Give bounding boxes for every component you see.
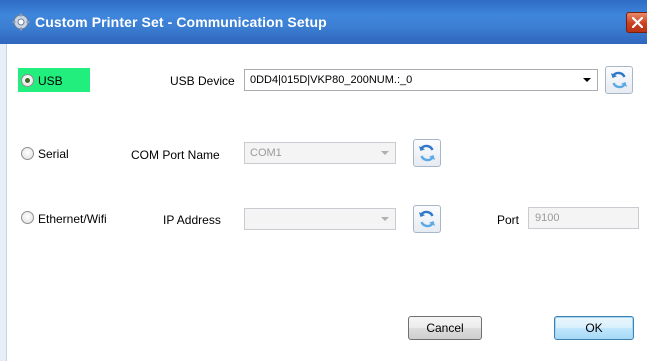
cancel-button[interactable]: Cancel [408, 316, 482, 340]
ok-button[interactable]: OK [554, 316, 634, 340]
title-bar[interactable]: Custom Printer Set - Communication Setup [0, 0, 647, 44]
refresh-icon [419, 210, 435, 228]
close-button[interactable] [626, 12, 647, 33]
port-value: 9100 [535, 212, 560, 224]
window-title: Custom Printer Set - Communication Setup [35, 14, 327, 30]
com-port-label: COM Port Name [131, 148, 220, 162]
ethernet-radio[interactable] [21, 211, 34, 224]
refresh-icon [419, 144, 435, 162]
serial-radio[interactable] [21, 147, 34, 160]
usb-refresh-button[interactable] [605, 66, 633, 94]
dialog-content: USB USB Device 0DD4|015D|VKP80_200NUM.:_… [8, 44, 647, 361]
serial-radio-label[interactable]: Serial [38, 147, 69, 161]
usb-device-value: 0DD4|015D|VKP80_200NUM.:_0 [250, 74, 413, 86]
usb-radio[interactable] [21, 74, 34, 87]
com-port-dropdown[interactable]: COM1 [244, 142, 396, 164]
close-icon [632, 17, 643, 28]
ip-address-label: IP Address [163, 213, 221, 227]
ip-address-dropdown[interactable] [244, 208, 396, 230]
serial-refresh-button[interactable] [413, 139, 441, 167]
usb-radio-label[interactable]: USB [38, 74, 63, 88]
printer-settings-icon [12, 13, 30, 31]
port-label: Port [497, 213, 520, 227]
com-port-value: COM1 [250, 147, 282, 159]
refresh-icon [611, 71, 627, 89]
usb-device-label: USB Device [170, 74, 235, 88]
port-input[interactable]: 9100 [528, 207, 639, 229]
ethernet-refresh-button[interactable] [413, 205, 441, 233]
chevron-down-icon [381, 151, 389, 155]
chevron-down-icon [583, 78, 591, 82]
chevron-down-icon [381, 217, 389, 221]
usb-device-dropdown[interactable]: 0DD4|015D|VKP80_200NUM.:_0 [244, 69, 598, 91]
ethernet-radio-label[interactable]: Ethernet/Wifi [38, 212, 107, 226]
window-frame [0, 44, 7, 361]
